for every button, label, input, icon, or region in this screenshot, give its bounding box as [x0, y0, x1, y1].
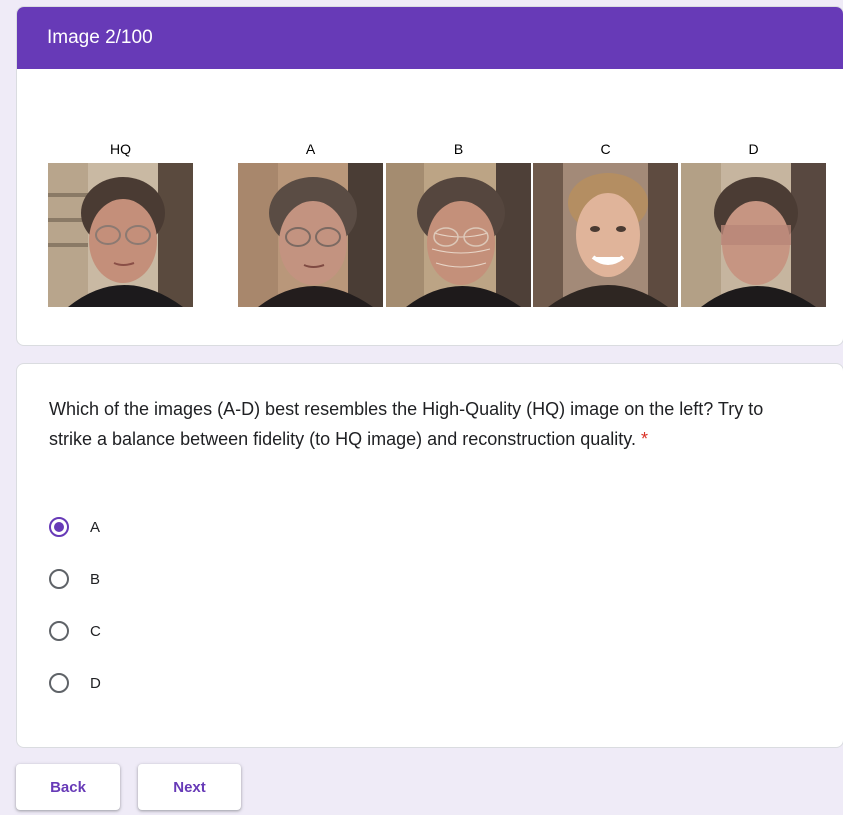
option-label-c: C: [90, 622, 101, 640]
question-card: Which of the images (A-D) best resembles…: [16, 363, 843, 748]
image-label-a: A: [305, 141, 316, 157]
image-label-b: B: [453, 141, 464, 157]
option-label-b: B: [90, 570, 101, 588]
radio-button-a[interactable]: [49, 517, 69, 537]
image-c: C: [533, 140, 678, 307]
option-d[interactable]: D: [49, 668, 101, 698]
image-b: B: [386, 140, 531, 307]
radio-button-d[interactable]: [49, 673, 69, 693]
required-marker: *: [640, 429, 648, 449]
next-button[interactable]: Next: [138, 764, 241, 810]
image-label-d: D: [748, 141, 759, 157]
image-label-hq: HQ: [110, 141, 131, 157]
image-label-c: C: [600, 141, 611, 157]
option-c[interactable]: C: [49, 616, 101, 646]
radio-selected-dot: [54, 522, 64, 532]
photo-d: [681, 163, 826, 307]
section-card: Image 2/100 HQ A B C D: [16, 6, 843, 346]
photo-b: [386, 163, 531, 307]
option-label-d: D: [90, 674, 101, 692]
back-button[interactable]: Back: [16, 764, 120, 810]
photo-a: [238, 163, 383, 307]
image-a: A: [238, 140, 383, 307]
option-b[interactable]: B: [49, 564, 100, 594]
section-header: Image 2/100: [17, 7, 843, 69]
image-hq: HQ: [48, 140, 193, 307]
radio-button-b[interactable]: [49, 569, 69, 589]
radio-button-c[interactable]: [49, 621, 69, 641]
section-title: Image 2/100: [47, 27, 153, 48]
question-text: Which of the images (A-D) best resembles…: [49, 399, 764, 449]
option-a[interactable]: A: [49, 512, 100, 542]
question-title: Which of the images (A-D) best resembles…: [49, 394, 809, 454]
image-d: D: [681, 140, 826, 307]
photo-hq: [48, 163, 193, 307]
option-label-a: A: [90, 518, 101, 536]
photo-c: [533, 163, 678, 307]
